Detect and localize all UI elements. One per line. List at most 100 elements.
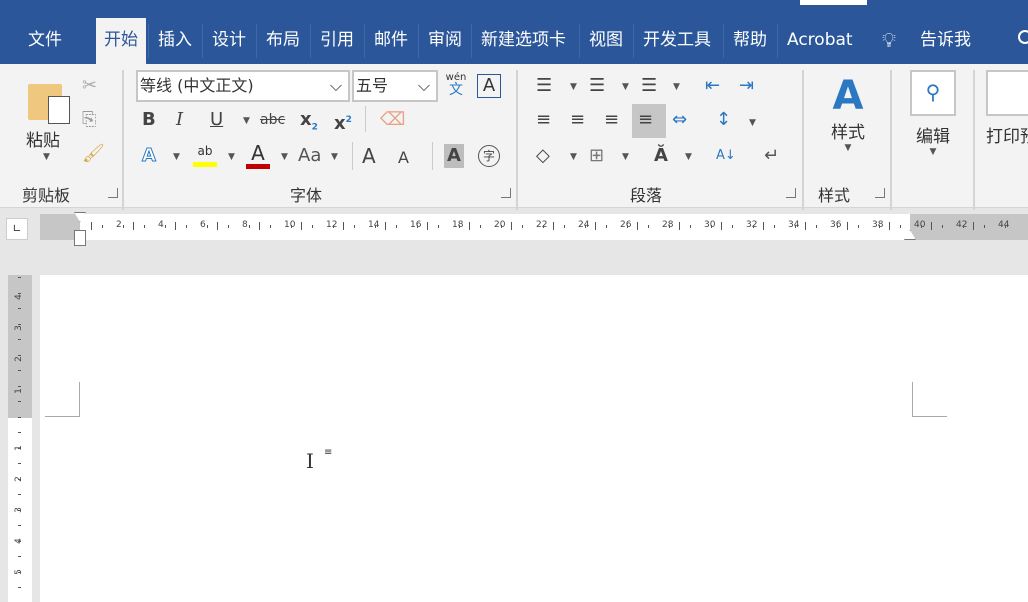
tab-5[interactable]: 引用 (312, 18, 362, 64)
tab-2[interactable]: 插入 (150, 18, 200, 64)
tab-1[interactable]: 开始 (96, 18, 146, 64)
margin-corner-mark (45, 382, 80, 417)
editing-button[interactable]: ⚲ 编辑 ▼ (906, 70, 960, 170)
grow-font-button[interactable]: A (362, 144, 376, 168)
text-effects-button[interactable]: A (142, 144, 157, 168)
chevron-down-icon[interactable]: ▼ (570, 82, 577, 92)
chevron-down-icon[interactable]: ▼ (622, 82, 629, 92)
show-marks-button[interactable]: ↵ (764, 144, 779, 168)
print-preview-icon (986, 70, 1028, 116)
ruler-number: 2 (116, 220, 122, 230)
vertical-ruler[interactable]: 432112345 (0, 275, 36, 602)
sort-button[interactable]: A↓ (716, 144, 736, 168)
tab-11[interactable]: 帮助 (725, 18, 775, 64)
underline-button[interactable]: U (210, 108, 223, 132)
ruler-number: 8 (242, 220, 248, 230)
tab-8[interactable]: 新建选项卡 (473, 18, 574, 64)
change-case-button[interactable]: Aa (298, 144, 321, 168)
align-right-button[interactable]: ≡ (604, 108, 619, 132)
ruler-number: 2 (13, 356, 24, 362)
ruler-number: 3 (13, 325, 24, 331)
shading-button[interactable]: ◇ (536, 144, 550, 168)
clear-formatting-icon[interactable]: ⌫ (380, 108, 405, 132)
justify-button[interactable]: ≡ (638, 108, 653, 132)
asian-layout-button[interactable]: Ă (654, 144, 668, 168)
decrease-indent-button[interactable]: ⇤ (705, 74, 720, 98)
sup-2: 2 (345, 115, 352, 125)
dialog-launcher-icon[interactable] (501, 188, 511, 198)
font-color-label: A (251, 141, 265, 165)
text-cursor-icon: I (306, 449, 314, 473)
chevron-down-icon[interactable]: ▼ (673, 82, 680, 92)
print-preview-button[interactable]: 打印预 (986, 70, 1028, 170)
increase-indent-button[interactable]: ⇥ (739, 74, 754, 98)
format-painter-icon[interactable]: 🖌︎ (82, 142, 105, 166)
tab-12[interactable]: Acrobat (779, 18, 861, 64)
left-indent-marker[interactable] (74, 230, 86, 246)
paste-icon (48, 96, 70, 124)
highlight-button[interactable]: ab (193, 144, 217, 167)
enclose-characters-button[interactable]: 字 (478, 145, 500, 167)
cut-icon[interactable]: ✂ (82, 74, 97, 98)
chevron-down-icon[interactable]: ▼ (281, 152, 288, 162)
tab-0[interactable]: 文件 (20, 18, 70, 64)
chevron-down-icon[interactable]: ▼ (228, 152, 235, 162)
copy-icon[interactable]: ⎘ (82, 108, 96, 132)
superscript-button[interactable]: x2 (334, 108, 352, 136)
tab-6[interactable]: 邮件 (366, 18, 416, 64)
distributed-button[interactable]: ⇔ (672, 108, 687, 132)
chevron-down-icon[interactable]: ▼ (243, 116, 250, 126)
paragraph-align-icon: ≡ (324, 447, 333, 458)
tab-4[interactable]: 布局 (258, 18, 308, 64)
borders-button[interactable]: ⊞ (589, 144, 604, 168)
styles-icon: A (832, 73, 864, 119)
tab-7[interactable]: 审阅 (420, 18, 470, 64)
tab-selector[interactable]: ∟ (6, 218, 28, 240)
chevron-down-icon[interactable]: ▼ (173, 152, 180, 162)
strikethrough-button[interactable]: abc (260, 108, 285, 132)
chevron-down-icon: ▼ (844, 143, 852, 153)
character-border-button[interactable]: A (477, 74, 501, 98)
align-center-button[interactable]: ≡ (570, 108, 585, 132)
styles-button[interactable]: A 样式 ▼ (818, 74, 878, 174)
bullets-button[interactable]: ☰ (536, 74, 552, 98)
align-left-button[interactable]: ≡ (536, 108, 551, 132)
paste-button[interactable]: 粘贴 ▼ (20, 74, 74, 174)
character-shading-button[interactable]: A (444, 144, 464, 168)
chevron-down-icon[interactable]: ▼ (331, 152, 338, 162)
title-box (800, 0, 867, 5)
user-icon[interactable] (1018, 30, 1028, 44)
dialog-launcher-icon[interactable] (875, 188, 885, 198)
phonetic-guide-button[interactable]: wén 文 (445, 72, 467, 97)
tab-3[interactable]: 设计 (204, 18, 254, 64)
horizontal-ruler[interactable]: ∟ 24681012141618202224262830323436384042… (0, 212, 1028, 246)
line-spacing-button[interactable]: ↕ (716, 108, 731, 132)
dialog-launcher-icon[interactable] (108, 188, 118, 198)
sub-2: 2 (311, 122, 318, 133)
tell-me-search[interactable]: 告诉我 (912, 18, 979, 64)
chevron-down-icon[interactable]: ▼ (749, 118, 756, 128)
italic-button[interactable]: I (176, 108, 183, 132)
multilevel-list-button[interactable]: ☰ (641, 74, 657, 98)
chevron-down-icon[interactable]: ▼ (685, 152, 692, 162)
document-page[interactable]: I ≡ (40, 275, 1028, 602)
font-color-button[interactable]: A (246, 142, 270, 169)
tab-10[interactable]: 开发工具 (635, 18, 719, 64)
lightbulb-icon[interactable]: 💡︎ (882, 28, 896, 52)
chevron-down-icon: ⌵ (329, 76, 342, 95)
numbering-button[interactable]: ☰ (589, 74, 605, 98)
dialog-launcher-icon[interactable] (786, 188, 796, 198)
chevron-down-icon[interactable]: ▼ (622, 152, 629, 162)
font-name-select[interactable]: 等线 (中文正文) ⌵ (136, 70, 350, 102)
font-size-select[interactable]: 五号 ⌵ (352, 70, 438, 102)
styles-group-label: 样式 (818, 186, 851, 205)
chevron-down-icon[interactable]: ▼ (570, 152, 577, 162)
font-group-label: 字体 (290, 186, 323, 205)
chevron-down-icon: ▼ (929, 147, 937, 157)
ribbon: 粘贴 ▼ ✂ ⎘ 🖌︎ 剪贴板 等线 (中文正文) ⌵ 五号 ⌵ wén 文 A B… (0, 64, 1028, 210)
tab-9[interactable]: 视图 (581, 18, 631, 64)
shrink-font-button[interactable]: A (398, 146, 409, 170)
font-name-value: 等线 (中文正文) (140, 76, 254, 95)
bold-button[interactable]: B (142, 108, 156, 132)
subscript-button[interactable]: x2 (300, 108, 318, 140)
